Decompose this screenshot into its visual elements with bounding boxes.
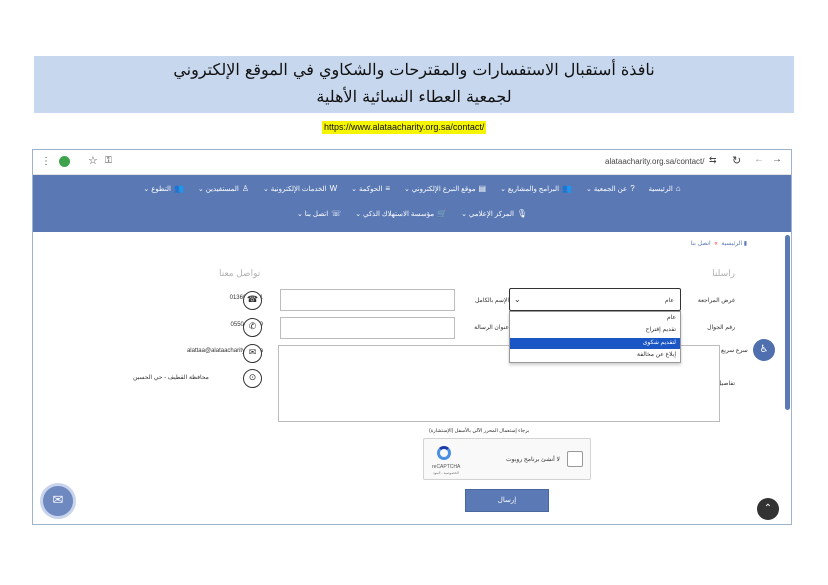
row1-item-4[interactable]: ≡ الحوكمة ⌄ — [351, 184, 390, 193]
nav-icon: 🎙 — [516, 209, 528, 218]
extension-icon[interactable] — [59, 156, 70, 167]
nav-icon: ☏ — [331, 209, 342, 218]
row1-item-5[interactable]: W الخدمات الإلكترونية ⌄ — [263, 184, 337, 193]
recaptcha-brand: reCAPTCHA — [432, 464, 461, 470]
nav-label: الحوكمة ⌄ — [351, 185, 383, 193]
recaptcha-checkbox[interactable] — [567, 451, 583, 467]
name-input[interactable] — [280, 289, 455, 311]
form-heading: راسلنا — [712, 268, 735, 278]
row1-item-0[interactable]: ⌂ الرئيسية — [649, 184, 681, 193]
nav-icon: ♙ — [241, 184, 249, 193]
nav-label: مؤسسة الاستهلاك الذكي ⌄ — [355, 210, 435, 218]
bookmark-icon: ▮ — [743, 241, 747, 247]
mobile-icon: ✆ — [243, 318, 262, 337]
scroll-top-icon[interactable]: ⌃ — [757, 498, 779, 520]
purpose-select[interactable]: عام ⌄ — [509, 288, 681, 311]
breadcrumb-separator: » — [714, 241, 718, 247]
recaptcha-widget: لا أنشئ برنامج روبوت reCAPTCHA الخصوصية … — [423, 438, 591, 480]
purpose-option-complaint[interactable]: لتقديم شكوى — [510, 338, 680, 349]
row1-item-6[interactable]: ♙ المستفيدين ⌄ — [198, 184, 249, 193]
star-icon[interactable]: ☆ — [88, 154, 98, 167]
name-label: الإسم بالكامل — [474, 298, 509, 304]
purpose-option-violation[interactable]: إبلاغ عن مخالفة — [510, 350, 680, 361]
row1-item-2[interactable]: 👥 البرامج والمشاريع ⌄ — [500, 184, 572, 193]
phone-icon: ☎ — [243, 291, 262, 310]
recaptcha-logo-icon — [437, 446, 451, 460]
subject-input[interactable] — [280, 317, 455, 339]
nav-label: التطوع ⌄ — [143, 185, 171, 193]
tune-icon[interactable]: ⇆ — [709, 155, 717, 166]
row2-item-0[interactable]: 🎙 المركز الإعلامي ⌄ — [461, 209, 527, 218]
nav-label: الرئيسية — [648, 185, 673, 193]
nav-label: اتصل بنا ⌄ — [296, 210, 329, 218]
reload-icon[interactable]: ↻ — [732, 154, 741, 167]
menu-dots-icon[interactable]: ⋮ — [41, 156, 51, 167]
chevron-down-icon: ⌄ — [514, 295, 521, 304]
nav-label: المستفيدين ⌄ — [197, 185, 239, 193]
breadcrumb-current: اتصل بنا — [690, 241, 711, 247]
document-title: نافذة أستقبال الاستفسارات والمقترحات وال… — [173, 60, 655, 79]
nav-icon: ▤ — [478, 184, 487, 193]
purpose-option-suggestion[interactable]: تقديم إقتراح — [510, 325, 680, 336]
mobile-label: رقم الجوال — [707, 325, 735, 331]
row1-item-1[interactable]: ? عن الجمعية ⌄ — [586, 184, 635, 193]
nav-icon: 🛒 — [437, 209, 448, 218]
editor-note: برجاء إستعمال المحرر الآلي بالأسفل (الإس… — [429, 428, 530, 434]
nav-icon: 👥 — [562, 184, 573, 193]
subject-label: عنوان الرسالة — [474, 325, 509, 331]
breadcrumb-home[interactable]: الرئيسية — [721, 241, 742, 247]
breadcrumb: ▮ الرئيسية » اتصل بنا — [691, 240, 747, 247]
nav-icon: W — [329, 184, 338, 193]
address-bar: ⋮ ☆ ⚿ alataacharity.org.sa/contact/ ⇆ ↻ … — [33, 150, 791, 175]
nav-label: المركز الإعلامي ⌄ — [461, 210, 514, 218]
browser-window: ⋮ ☆ ⚿ alataacharity.org.sa/contact/ ⇆ ↻ … — [32, 149, 792, 525]
purpose-select-value: عام — [664, 298, 674, 304]
document-title-box: نافذة أستقبال الاستفسارات والمقترحات وال… — [34, 56, 794, 113]
nav-label: الخدمات الإلكترونية ⌄ — [262, 185, 327, 193]
row1-item-3[interactable]: ▤ موقع التبرع الإلكتروني ⌄ — [404, 184, 486, 193]
nav-label: البرامج والمشاريع ⌄ — [500, 185, 560, 193]
nav-icon: ≡ — [385, 184, 390, 193]
key-icon[interactable]: ⚿ — [105, 155, 112, 166]
row2-item-1[interactable]: 🛒 مؤسسة الاستهلاك الذكي ⌄ — [355, 209, 447, 218]
main-nav: ⌂ الرئيسية? عن الجمعية ⌄ 👥 البرامج والمشاريع… — [33, 175, 791, 232]
submit-button[interactable]: إرسال — [465, 489, 549, 512]
location-icon: ⊙ — [243, 369, 262, 388]
purpose-label: غرض المراجعة — [697, 298, 735, 304]
nav-icon: ⌂ — [675, 184, 681, 193]
scrollbar[interactable] — [785, 235, 790, 410]
nav-icon: ? — [630, 184, 635, 193]
recaptcha-label: لا أنشئ برنامج روبوت — [506, 457, 560, 463]
nav-label: عن الجمعية ⌄ — [586, 185, 628, 193]
purpose-dropdown: عام تقديم إقتراح لتقديم شكوى إبلاغ عن مخ… — [509, 311, 681, 363]
purpose-option-general[interactable]: عام — [510, 313, 680, 324]
recaptcha-terms[interactable]: الخصوصية - البنود — [433, 471, 459, 475]
contact-info-heading: تواصل معنا — [219, 268, 261, 278]
back-icon[interactable]: → — [772, 154, 782, 165]
quick-access-label: سرع سريع — [721, 348, 748, 354]
nav-label: موقع التبرع الإلكتروني ⌄ — [403, 185, 476, 193]
nav-row-secondary: 🎙 المركز الإعلامي ⌄ 🛒 مؤسسة الاستهلاك الذكي… — [33, 209, 791, 218]
contact-email[interactable]: alattaa@alataacharity.org.sa — [113, 348, 263, 354]
accessibility-icon[interactable]: ♿ — [753, 339, 775, 361]
nav-icon: 👥 — [173, 184, 184, 193]
forward-icon[interactable]: ← — [754, 154, 764, 165]
mail-fab-icon[interactable]: ✉ — [40, 483, 76, 519]
email-icon: ✉ — [243, 344, 262, 363]
nav-row-primary: ⌂ الرئيسية? عن الجمعية ⌄ 👥 البرامج والمشاريع… — [33, 184, 791, 193]
highlighted-url: https://www.alataacharity.org.sa/contact… — [322, 121, 487, 134]
address-url[interactable]: alataacharity.org.sa/contact/ — [605, 157, 704, 166]
document-subtitle: لجمعية العطاء النسائية الأهلية — [316, 87, 512, 106]
row2-item-2[interactable]: ☏ اتصل بنا ⌄ — [297, 209, 341, 218]
row1-item-7[interactable]: 👥 التطوع ⌄ — [143, 184, 184, 193]
